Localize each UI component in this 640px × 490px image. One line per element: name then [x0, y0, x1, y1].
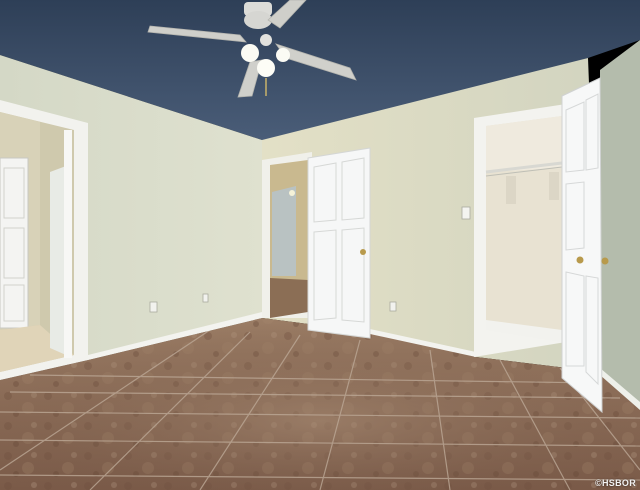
closet — [474, 104, 566, 357]
bedroom-photo: ©HSBOR — [0, 0, 640, 490]
fan-light — [241, 44, 259, 62]
room-illustration — [0, 0, 640, 490]
right-wall — [600, 40, 640, 410]
fan-light — [257, 59, 275, 77]
closet-doorknob — [576, 256, 584, 264]
outlet-left — [149, 301, 158, 313]
outlet-back — [389, 301, 397, 312]
hallway-left — [0, 100, 88, 380]
fan-light — [276, 48, 290, 62]
center-doorway — [262, 152, 312, 318]
outlet-left-2 — [202, 293, 209, 303]
center-door — [307, 147, 371, 339]
doorknob — [360, 249, 366, 255]
watermark: ©HSBOR — [595, 478, 636, 488]
light-switch — [461, 206, 471, 220]
